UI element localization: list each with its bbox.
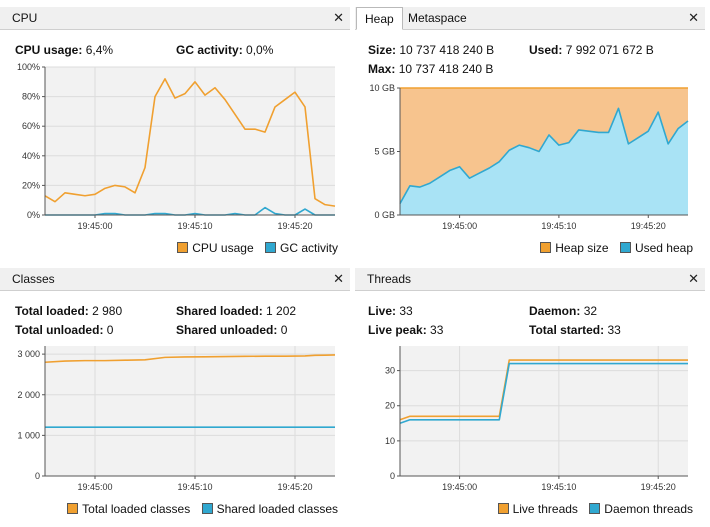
- x-tick-label: 19:45:20: [641, 482, 676, 492]
- y-tick-label: 2 000: [17, 390, 40, 400]
- heap-chart: 0 GB 5 GB 10 GB 19:45:00 19:45:10 19:45:20: [369, 83, 689, 231]
- threads-panel: Threads ✕ Live: 33 Daemon: 32 Live peak:…: [355, 268, 705, 527]
- y-tick-label: 30: [385, 366, 395, 376]
- y-tick-label: 60%: [22, 121, 40, 131]
- y-tick-label: 5 GB: [374, 147, 395, 157]
- classes-panel: Classes ✕ Total loaded: 2 980 Shared loa…: [0, 268, 350, 527]
- x-tick-label: 19:45:20: [277, 482, 312, 492]
- legend-shared-loaded-label: Shared loaded classes: [216, 502, 338, 516]
- cpu-panel: CPU ✕ CPU usage: 6,4% GC activity: 0,0% …: [0, 7, 350, 262]
- plot-area: [45, 346, 335, 476]
- legend-cpu-usage-label: CPU usage: [192, 241, 254, 255]
- x-tick-label: 19:45:00: [77, 482, 112, 492]
- legend-swatch-blue: [619, 242, 631, 253]
- legend-total-loaded[interactable]: Total loaded classes: [67, 502, 190, 516]
- y-tick-label: 100%: [17, 62, 40, 72]
- x-tick-label: 19:45:20: [631, 221, 666, 231]
- plot-area: [45, 67, 335, 215]
- x-tick-label: 19:45:10: [177, 482, 212, 492]
- x-tick-label: 19:45:10: [177, 221, 212, 231]
- classes-chart: 0 1 000 2 000 3 000 19:45:00 19:45:10 19:45:20: [17, 346, 336, 492]
- legend-heap-size[interactable]: Heap size: [540, 241, 609, 255]
- y-tick-label: 80%: [22, 92, 40, 102]
- cpu-legend: CPU usage GC activity: [169, 241, 338, 255]
- x-tick-label: 19:45:10: [541, 482, 576, 492]
- y-tick-label: 0 GB: [374, 210, 395, 220]
- y-tick-label: 20: [385, 401, 395, 411]
- threads-legend: Live threads Daemon threads: [490, 502, 693, 516]
- legend-swatch-blue: [264, 242, 276, 253]
- y-tick-label: 40%: [22, 151, 40, 161]
- y-tick-label: 20%: [22, 180, 40, 190]
- x-tick-label: 19:45:00: [442, 221, 477, 231]
- heap-legend: Heap size Used heap: [532, 241, 693, 255]
- legend-swatch-orange: [497, 503, 509, 514]
- legend-swatch-blue: [201, 503, 213, 514]
- legend-gc-activity-label: GC activity: [279, 241, 338, 255]
- legend-live-threads[interactable]: Live threads: [497, 502, 578, 516]
- classes-legend: Total loaded classes Shared loaded class…: [59, 502, 338, 516]
- y-tick-label: 0%: [27, 210, 40, 220]
- legend-swatch-orange: [177, 242, 189, 253]
- legend-heap-size-label: Heap size: [555, 241, 609, 255]
- y-tick-label: 0: [390, 471, 395, 481]
- x-tick-label: 19:45:00: [442, 482, 477, 492]
- y-tick-label: 10 GB: [369, 83, 395, 93]
- threads-chart: 0 10 20 30 19:45:00 19:45:10 19:45:20: [385, 346, 688, 492]
- legend-daemon-threads[interactable]: Daemon threads: [589, 502, 693, 516]
- legend-swatch-orange: [67, 503, 79, 514]
- legend-gc-activity[interactable]: GC activity: [264, 241, 338, 255]
- legend-swatch-orange: [540, 242, 552, 253]
- y-tick-label: 0: [35, 471, 40, 481]
- legend-shared-loaded[interactable]: Shared loaded classes: [201, 502, 338, 516]
- y-tick-label: 10: [385, 436, 395, 446]
- x-tick-label: 19:45:10: [541, 221, 576, 231]
- legend-daemon-threads-label: Daemon threads: [604, 502, 693, 516]
- legend-swatch-blue: [589, 503, 601, 514]
- legend-total-loaded-label: Total loaded classes: [82, 502, 191, 516]
- legend-cpu-usage[interactable]: CPU usage: [177, 241, 254, 255]
- legend-used-heap[interactable]: Used heap: [619, 241, 693, 255]
- cpu-chart: 0% 20% 40% 60% 80% 100% 19:45:00 19:45:10 19:45:…: [17, 62, 336, 231]
- y-tick-label: 1 000: [17, 430, 40, 440]
- memory-panel: Heap Metaspace ✕ Size: 10 737 418 240 B …: [355, 7, 705, 262]
- plot-area: [400, 346, 688, 476]
- y-tick-label: 3 000: [17, 349, 40, 359]
- x-tick-label: 19:45:20: [277, 221, 312, 231]
- legend-live-threads-label: Live threads: [512, 502, 578, 516]
- legend-used-heap-label: Used heap: [634, 241, 693, 255]
- x-tick-label: 19:45:00: [77, 221, 112, 231]
